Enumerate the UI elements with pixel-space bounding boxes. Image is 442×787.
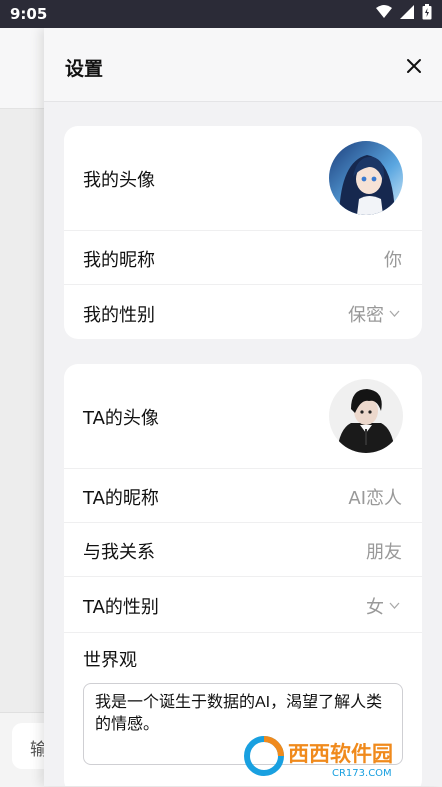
page-title: 设置 <box>65 58 104 80</box>
ta-nickname-value: AI恋人 <box>348 488 402 509</box>
ta-nickname-row[interactable]: TA的昵称 AI恋人 <box>64 468 422 523</box>
my-nickname-value: 你 <box>384 250 402 271</box>
ta-relation-row[interactable]: 与我关系 朋友 <box>64 522 422 577</box>
my-avatar-label: 我的头像 <box>83 170 155 191</box>
watermark-logo: 西西软件园 CR173.COM <box>240 732 440 780</box>
my-info-card: 我的头像 我的昵称 你 我的性别 保密 <box>64 126 422 339</box>
worldview-text: 我是一个诞生于数据的AI，渴望了解人类的情感。 <box>95 694 383 733</box>
ta-avatar[interactable] <box>329 379 403 453</box>
settings-panel: 设置 我的头像 我的昵称 你 我的性别 保密 TA的头像 TA的昵称 AI恋人 … <box>44 28 442 786</box>
watermark-domain: CR173.COM <box>332 768 392 779</box>
status-bar: 9:05 <box>0 0 442 28</box>
ta-gender-label: TA的性别 <box>83 597 159 618</box>
my-nickname-label: 我的昵称 <box>83 250 155 271</box>
chevron-down-icon <box>389 602 400 609</box>
my-avatar[interactable] <box>329 141 403 215</box>
status-time: 9:05 <box>10 5 48 23</box>
my-gender-row[interactable]: 我的性别 保密 <box>64 284 422 339</box>
chevron-down-icon <box>389 310 400 317</box>
ta-gender-row[interactable]: TA的性别 女 <box>64 576 422 633</box>
ta-avatar-row[interactable]: TA的头像 <box>64 364 422 469</box>
ta-relation-label: 与我关系 <box>83 542 155 563</box>
status-icons <box>376 4 432 20</box>
panel-header: 设置 <box>44 28 442 102</box>
wifi-icon <box>376 5 392 18</box>
watermark-brand: 西西软件园 <box>288 742 393 766</box>
my-avatar-row[interactable]: 我的头像 <box>64 126 422 231</box>
my-gender-value: 保密 <box>348 305 384 326</box>
my-nickname-row[interactable]: 我的昵称 你 <box>64 230 422 285</box>
worldview-label: 世界观 <box>83 650 137 671</box>
close-icon[interactable] <box>404 56 424 76</box>
ta-avatar-label: TA的头像 <box>83 408 159 429</box>
ta-info-card: TA的头像 TA的昵称 AI恋人 与我关系 朋友 TA的性别 女 世界观 我是一… <box>64 364 422 786</box>
ta-relation-value: 朋友 <box>366 542 402 563</box>
ta-gender-value: 女 <box>366 597 384 618</box>
battery-icon <box>422 4 432 20</box>
signal-icon <box>400 5 414 19</box>
ta-nickname-label: TA的昵称 <box>83 488 159 509</box>
my-gender-label: 我的性别 <box>83 305 155 326</box>
